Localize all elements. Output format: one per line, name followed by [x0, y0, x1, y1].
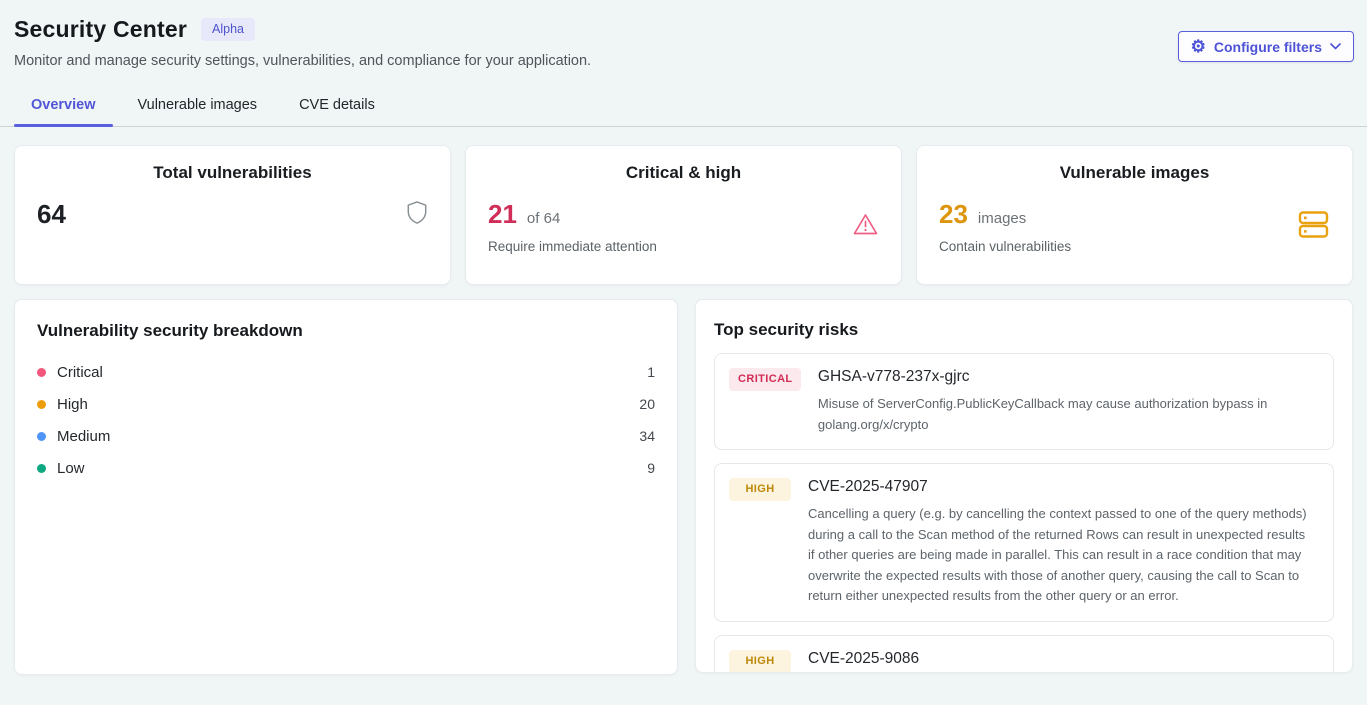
severity-label: High — [57, 396, 88, 413]
critical-high-title: Critical & high — [466, 163, 901, 183]
critical-dot-icon — [37, 368, 46, 377]
medium-dot-icon — [37, 432, 46, 441]
severity-list: Critical 1 High 20 Medium 34 Low 9 — [37, 356, 655, 484]
total-vulnerabilities-title: Total vulnerabilities — [15, 163, 450, 183]
critical-high-value: 21 — [488, 199, 517, 230]
vulnerable-images-card: Vulnerable images 23 images Contain vuln… — [916, 145, 1353, 285]
severity-row-high: High 20 — [37, 388, 655, 420]
breakdown-title: Vulnerability security breakdown — [37, 321, 655, 341]
total-vulnerabilities-card: Total vulnerabilities 64 — [14, 145, 451, 285]
severity-value: 34 — [639, 428, 655, 444]
severity-row-low: Low 9 — [37, 452, 655, 484]
risk-description: Cancelling a query (e.g. by cancelling t… — [808, 504, 1315, 607]
configure-filters-button[interactable]: ⚙ Configure filters — [1178, 31, 1354, 62]
total-vulnerabilities-value: 64 — [37, 199, 66, 230]
top-security-risks-panel: Top security risks CRITICAL GHSA-v778-23… — [695, 299, 1353, 673]
severity-value: 9 — [647, 460, 655, 476]
gear-icon: ⚙ — [1191, 38, 1206, 55]
low-dot-icon — [37, 464, 46, 473]
stacked-images-icon — [1297, 210, 1330, 244]
page-subtitle: Monitor and manage security settings, vu… — [14, 53, 1353, 69]
stat-cards-row: Total vulnerabilities 64 Critical & high… — [14, 145, 1353, 285]
risk-item-cve-2025-9086[interactable]: HIGH CVE-2025-9086 — [714, 635, 1334, 673]
vulnerable-images-title: Vulnerable images — [917, 163, 1352, 183]
risks-title: Top security risks — [714, 320, 1334, 340]
severity-badge: HIGH — [729, 650, 791, 673]
page-title: Security Center — [14, 16, 187, 43]
alpha-badge: Alpha — [201, 18, 255, 41]
critical-high-subtitle: Require immediate attention — [488, 239, 657, 254]
chevron-down-icon — [1330, 43, 1341, 50]
critical-high-suffix: of 64 — [527, 210, 560, 227]
risk-description: Misuse of ServerConfig.PublicKeyCallback… — [818, 394, 1319, 435]
severity-badge: CRITICAL — [729, 368, 801, 391]
tab-cve-details[interactable]: CVE details — [282, 88, 392, 126]
tab-bar: Overview Vulnerable images CVE details — [0, 88, 1367, 127]
risk-item-ghsa-v778-237x-gjrc[interactable]: CRITICAL GHSA-v778-237x-gjrc Misuse of S… — [714, 353, 1334, 450]
vulnerability-breakdown-panel: Vulnerability security breakdown Critica… — [14, 299, 678, 675]
vulnerable-images-suffix: images — [978, 210, 1026, 227]
severity-label: Critical — [57, 364, 103, 381]
severity-value: 1 — [647, 364, 655, 380]
shield-icon — [406, 200, 428, 230]
warning-triangle-icon — [852, 212, 879, 242]
vulnerable-images-value: 23 — [939, 199, 968, 230]
severity-row-medium: Medium 34 — [37, 420, 655, 452]
severity-value: 20 — [639, 396, 655, 412]
lower-panels: Vulnerability security breakdown Critica… — [14, 299, 1353, 675]
risk-id: GHSA-v778-237x-gjrc — [818, 368, 1319, 386]
risk-id: CVE-2025-47907 — [808, 478, 1315, 496]
tab-overview[interactable]: Overview — [14, 88, 113, 126]
critical-high-card: Critical & high 21 of 64 Require immedia… — [465, 145, 902, 285]
severity-label: Medium — [57, 428, 110, 445]
page-header: Security Center Alpha Monitor and manage… — [0, 0, 1367, 69]
risk-item-cve-2025-47907[interactable]: HIGH CVE-2025-47907 Cancelling a query (… — [714, 463, 1334, 622]
risk-id: CVE-2025-9086 — [808, 650, 919, 668]
risk-list: CRITICAL GHSA-v778-237x-gjrc Misuse of S… — [714, 353, 1334, 673]
configure-filters-label: Configure filters — [1214, 39, 1322, 55]
high-dot-icon — [37, 400, 46, 409]
severity-badge: HIGH — [729, 478, 791, 501]
severity-label: Low — [57, 460, 85, 477]
tab-vulnerable-images[interactable]: Vulnerable images — [121, 88, 275, 126]
vulnerable-images-subtitle: Contain vulnerabilities — [939, 239, 1071, 254]
severity-row-critical: Critical 1 — [37, 356, 655, 388]
